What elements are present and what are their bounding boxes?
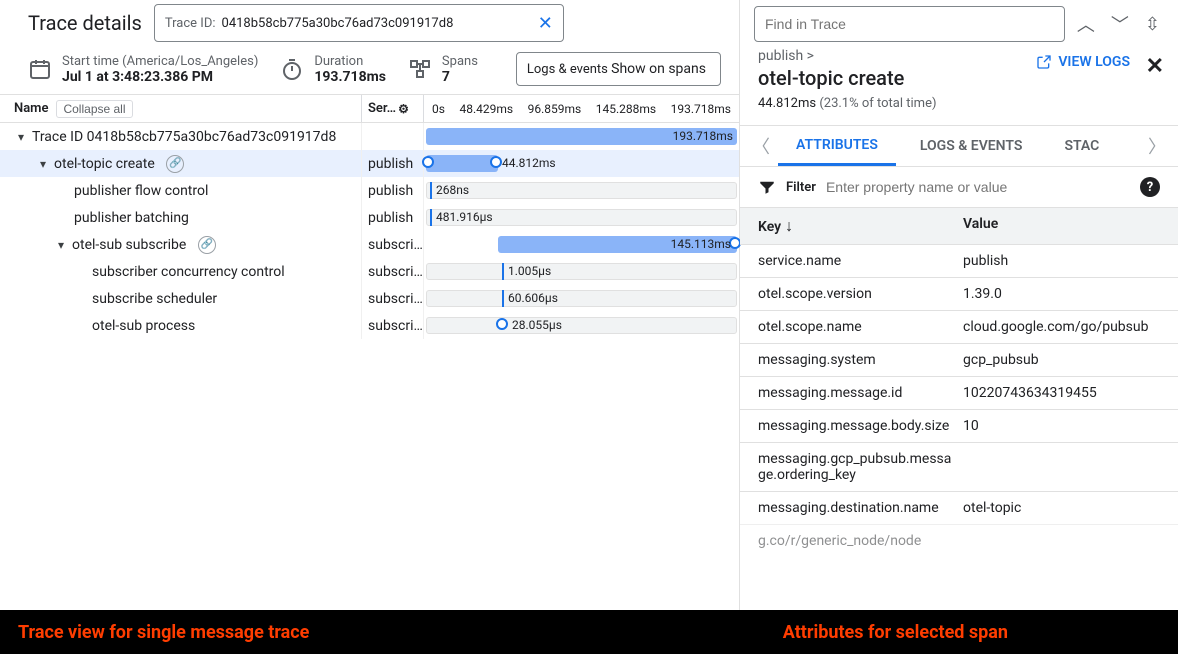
span-service [362,123,424,150]
help-icon[interactable]: ? [1140,177,1160,197]
span-row[interactable]: subscribe scheduler subscri… 60.606µs [0,285,739,312]
open-in-new-icon [1036,54,1052,70]
logs-events-select[interactable]: Logs & events Show on spans [516,52,721,86]
chevron-down-icon[interactable]: ▾ [36,157,50,171]
attribute-row[interactable]: messaging.message.id10220743634319455 [740,376,1178,409]
tab-attributes[interactable]: ATTRIBUTES [778,126,896,166]
close-icon[interactable]: ✕ [538,13,553,34]
stopwatch-icon [280,57,304,81]
span-row[interactable]: subscriber concurrency control subscri… … [0,258,739,285]
view-logs-button[interactable]: VIEW LOGS [1036,54,1130,70]
span-duration: 60.606µs [508,290,558,307]
attribute-row[interactable]: messaging.message.body.size10 [740,409,1178,442]
attribute-row[interactable]: messaging.gcp_pubsub.message.ordering_ke… [740,442,1178,491]
span-duration: 145.113ms [671,236,731,253]
timeline-tick: 0s [432,102,445,116]
chevron-down-icon[interactable]: ▾ [14,130,28,144]
span-name: Trace ID 0418b58cb775a30bc76ad73c091917d… [32,129,336,145]
link-icon: 🔗 [166,155,184,173]
find-in-trace-input[interactable] [754,6,1065,42]
span-name: subscriber concurrency control [92,264,285,280]
start-time-label: Start time (America/Los_Angeles) [62,54,258,69]
span-name: subscribe scheduler [92,291,217,307]
span-service: publish [362,150,424,177]
attribute-row[interactable]: g.co/r/generic_node/node [740,524,1178,557]
chevron-left-icon[interactable]: 〈 [750,133,772,159]
timeline-tick: 193.718ms [671,102,731,116]
span-service: subscri… [362,312,424,339]
column-header-name[interactable]: Name [14,101,48,116]
span-row[interactable]: publisher flow control publish 268ns [0,177,739,204]
start-time-value: Jul 1 at 3:48:23.386 PM [62,69,258,85]
link-icon: 🔗 [198,236,216,254]
attribute-row[interactable]: otel.scope.namecloud.google.com/go/pubsu… [740,310,1178,343]
column-header-key[interactable]: Key [758,219,781,235]
trace-id-value: 0418b58cb775a30bc76ad73c091917d8 [222,16,532,31]
close-icon[interactable]: ✕ [1146,54,1164,79]
span-row[interactable]: ▾ otel-topic create 🔗 publish 44.812ms [0,150,739,177]
chevron-down-icon[interactable]: ﹀ [1107,9,1133,39]
spans-label: Spans [442,54,478,69]
span-duration: 1.005µs [508,263,551,280]
chevron-right-icon[interactable]: 〉 [1146,133,1168,159]
attribute-row[interactable]: messaging.systemgcp_pubsub [740,343,1178,376]
timeline-tick: 145.288ms [596,102,656,116]
span-duration: 44.812ms [502,155,556,172]
logs-events-legend: Logs & events [527,62,608,77]
span-service: subscri… [362,231,424,258]
filter-input[interactable] [826,179,1130,195]
spans-value: 7 [442,69,478,85]
span-row[interactable]: ▾ otel-sub subscribe 🔗 subscri… 145.113ms [0,231,739,258]
span-service: publish [362,177,424,204]
trace-id-label: Trace ID: [165,16,216,31]
filter-icon [758,178,776,196]
trace-id-input[interactable]: Trace ID: 0418b58cb775a30bc76ad73c091917… [154,4,564,42]
chevron-down-icon[interactable]: ▾ [54,238,68,252]
span-service: subscri… [362,285,424,312]
caption-left: Trace view for single message trace [18,622,309,643]
span-duration: 481.916µs [436,209,493,226]
span-row-root[interactable]: ▾ Trace ID 0418b58cb775a30bc76ad73c091917… [0,123,739,150]
tab-stack[interactable]: STAC [1046,126,1117,166]
collapse-all-button[interactable]: Collapse all [56,100,132,118]
span-row[interactable]: publisher batching publish 481.916µs [0,204,739,231]
span-row[interactable]: otel-sub process subscri… 28.055µs [0,312,739,339]
column-header-service[interactable]: Ser… [368,101,396,116]
arrow-down-icon[interactable]: ↓ [785,216,793,235]
logs-events-value: Show on spans [611,61,706,77]
timeline-tick: 48.429ms [459,102,513,116]
column-header-value[interactable]: Value [963,216,1160,236]
chevron-up-icon[interactable]: ︿ [1073,9,1099,39]
detail-duration: 44.812ms [758,96,816,111]
span-service: publish [362,204,424,231]
span-service: subscri… [362,258,424,285]
span-name: publisher batching [74,210,189,226]
calendar-icon [28,57,52,81]
span-name: otel-sub process [92,318,195,334]
duration-value: 193.718ms [314,69,386,85]
span-duration: 268ns [436,182,469,199]
filter-label: Filter [786,180,816,195]
detail-pct: (23.1% of total time) [819,96,936,111]
attribute-row[interactable]: service.namepublish [740,244,1178,277]
span-name: otel-topic create [54,156,155,172]
span-duration: 28.055µs [512,317,562,334]
span-duration: 193.718ms [673,128,733,145]
attribute-row[interactable]: messaging.destination.nameotel-topic [740,491,1178,524]
tab-logs-events[interactable]: LOGS & EVENTS [902,126,1041,166]
span-name: publisher flow control [74,183,208,199]
attribute-row[interactable]: otel.scope.version1.39.0 [740,277,1178,310]
duration-label: Duration [314,54,386,69]
caption-right: Attributes for selected span [783,622,1008,643]
page-title: Trace details [28,11,142,35]
settings-icon[interactable]: ⚙ [398,102,409,116]
caption-bar: Trace view for single message trace Attr… [0,610,1178,654]
timeline-tick: 96.859ms [528,102,582,116]
expand-icon[interactable]: ⇳ [1141,12,1164,37]
span-name: otel-sub subscribe [72,237,186,253]
spans-icon [408,57,432,81]
